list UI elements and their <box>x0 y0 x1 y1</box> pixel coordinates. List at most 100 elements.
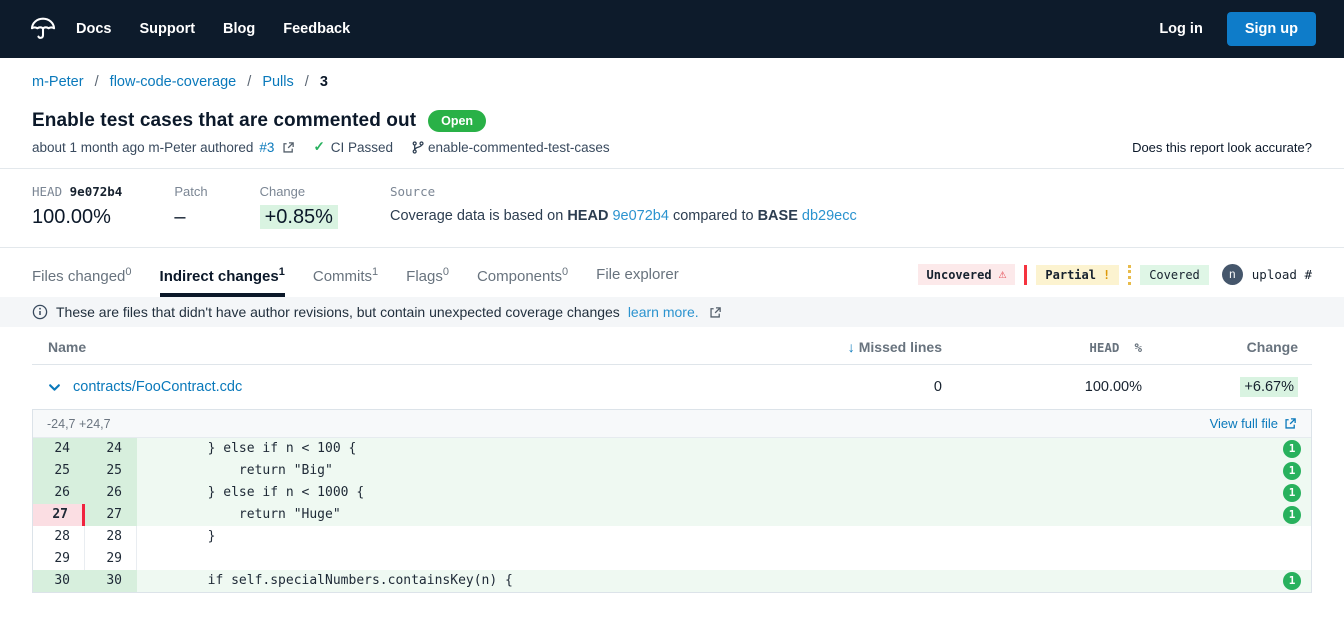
partial-exclamation-icon: ! <box>1103 268 1110 282</box>
hit-count-badge: 1 <box>1283 572 1301 590</box>
new-line-number: 27 <box>85 504 137 526</box>
source-base-label: BASE <box>758 208 798 224</box>
code-text: } else if n < 1000 { <box>137 482 1311 504</box>
breadcrumb-separator: / <box>95 74 99 90</box>
nav-links: Docs Support Blog Feedback <box>76 21 350 37</box>
patch-stat: Patch – <box>174 184 207 229</box>
file-path-link[interactable]: contracts/FooContract.cdc <box>73 379 242 395</box>
tab-label: Commits <box>313 268 372 285</box>
signup-button[interactable]: Sign up <box>1227 12 1316 46</box>
source-stat: Source Coverage data is based on HEAD 9e… <box>390 184 857 229</box>
breadcrumb-pull-number: 3 <box>320 74 328 90</box>
tab-count: 1 <box>372 266 378 278</box>
nav-link-support[interactable]: Support <box>139 21 195 37</box>
report-accuracy-link[interactable]: Does this report look accurate? <box>1132 140 1312 155</box>
tab-count: 0 <box>443 266 449 278</box>
code-line: 26 26 } else if n < 1000 { 1 <box>33 482 1311 504</box>
table-header-row: Name ↓Missed lines HEAD % Change <box>32 327 1312 365</box>
file-name-cell: contracts/FooContract.cdc <box>32 379 792 395</box>
diff-card: -24,7 +24,7 View full file 24 24 } else … <box>32 409 1312 593</box>
code-text: if self.specialNumbers.containsKey(n) { <box>137 570 1311 592</box>
nav-link-blog[interactable]: Blog <box>223 21 255 37</box>
tab-flags[interactable]: Flags0 <box>406 266 449 297</box>
code-line: 29 29 <box>33 548 1311 570</box>
tab-label: Components <box>477 268 562 285</box>
external-link-icon[interactable] <box>282 141 295 154</box>
page-title: Enable test cases that are commented out <box>32 110 416 132</box>
tab-label: Indirect changes <box>160 268 279 285</box>
new-line-number: 30 <box>85 570 137 592</box>
legend-partial-label: Partial <box>1045 268 1096 282</box>
change-chip: +6.67% <box>1240 377 1298 397</box>
head-pct-value: 100.00% <box>942 379 1142 395</box>
source-label: Source <box>390 184 857 199</box>
old-line-number: 29 <box>33 548 85 570</box>
head-stat: HEAD 9e072b4 100.00% <box>32 184 122 229</box>
nav-link-docs[interactable]: Docs <box>76 21 111 37</box>
legend-covered: Covered <box>1140 265 1209 285</box>
code-text: return "Big" <box>137 460 1311 482</box>
coverage-summary: HEAD 9e072b4 100.00% Patch – Change +0.8… <box>0 169 1344 247</box>
external-link-icon[interactable] <box>709 306 722 319</box>
old-line-number: 26 <box>33 482 85 504</box>
patch-label: Patch <box>174 184 207 199</box>
column-header-head-pct[interactable]: HEAD % <box>942 340 1142 355</box>
new-line-number: 29 <box>85 548 137 570</box>
missed-lines-value: 0 <box>792 379 942 395</box>
pull-meta: about 1 month ago m-Peter authored #3 ✓ … <box>0 132 1344 168</box>
source-head-label: HEAD <box>567 208 608 224</box>
upload-number-control[interactable]: upload # <box>1252 267 1312 282</box>
patch-value: – <box>174 206 207 229</box>
file-row: contracts/FooContract.cdc 0 100.00% +6.6… <box>32 365 1312 409</box>
breadcrumb-repo[interactable]: flow-code-coverage <box>110 74 237 90</box>
code-line: 28 28 } <box>33 526 1311 548</box>
head-label: HEAD <box>32 184 62 199</box>
coverage-legend: Uncovered ⚠ Partial ! Covered n upload # <box>918 264 1312 297</box>
banner-text: These are files that didn't have author … <box>56 304 620 320</box>
new-line-number: 24 <box>85 438 137 460</box>
partial-bar-sample <box>1128 265 1131 285</box>
column-header-missed-lines[interactable]: ↓Missed lines <box>792 339 942 355</box>
tab-count: 0 <box>562 266 568 278</box>
source-base-sha-link[interactable]: db29ecc <box>802 208 857 224</box>
old-line-number: 25 <box>33 460 85 482</box>
legend-covered-label: Covered <box>1149 268 1200 282</box>
view-full-file-link[interactable]: View full file <box>1210 416 1297 431</box>
legend-partial: Partial ! <box>1036 265 1119 285</box>
column-header-label: Missed lines <box>859 339 942 355</box>
source-head-sha-link[interactable]: 9e072b4 <box>612 208 668 224</box>
tab-commits[interactable]: Commits1 <box>313 266 378 297</box>
uncovered-bar-sample <box>1024 265 1027 285</box>
tab-file-explorer[interactable]: File explorer <box>596 266 679 297</box>
chevron-down-icon[interactable] <box>48 381 61 394</box>
learn-more-link[interactable]: learn more. <box>628 304 699 320</box>
old-line-number: 28 <box>33 526 85 548</box>
column-header-change[interactable]: Change <box>1142 339 1312 355</box>
change-stat: Change +0.85% <box>260 184 338 229</box>
branch-name: enable-commented-test-cases <box>428 140 610 155</box>
git-branch-icon <box>411 140 425 155</box>
ci-check-icon: ✓ <box>313 139 324 155</box>
column-header-name[interactable]: Name <box>32 339 792 355</box>
hit-count-badge: 1 <box>1283 506 1301 524</box>
indirect-changes-table: Name ↓Missed lines HEAD % Change contrac… <box>32 327 1312 593</box>
source-text-1: Coverage data is based on <box>390 208 563 224</box>
code-text: return "Huge" <box>137 504 1311 526</box>
authored-text: about 1 month ago m-Peter authored <box>32 140 253 155</box>
tab-files-changed[interactable]: Files changed0 <box>32 266 132 297</box>
warning-triangle-icon: ⚠ <box>999 267 1007 282</box>
status-badge-open: Open <box>428 110 486 132</box>
new-line-number: 25 <box>85 460 137 482</box>
pr-number-link[interactable]: #3 <box>259 140 274 155</box>
breadcrumb-owner[interactable]: m-Peter <box>32 74 84 90</box>
nav-link-feedback[interactable]: Feedback <box>283 21 350 37</box>
tab-components[interactable]: Components0 <box>477 266 568 297</box>
breadcrumb-pulls[interactable]: Pulls <box>262 74 293 90</box>
indirect-changes-banner: These are files that didn't have author … <box>0 297 1344 327</box>
sort-descending-icon: ↓ <box>848 339 855 355</box>
code-text: } <box>137 526 1311 548</box>
ci-status-text: CI Passed <box>331 140 393 155</box>
tab-indirect-changes[interactable]: Indirect changes1 <box>160 266 285 297</box>
codecov-umbrella-logo[interactable] <box>28 13 60 45</box>
login-link[interactable]: Log in <box>1159 21 1203 37</box>
